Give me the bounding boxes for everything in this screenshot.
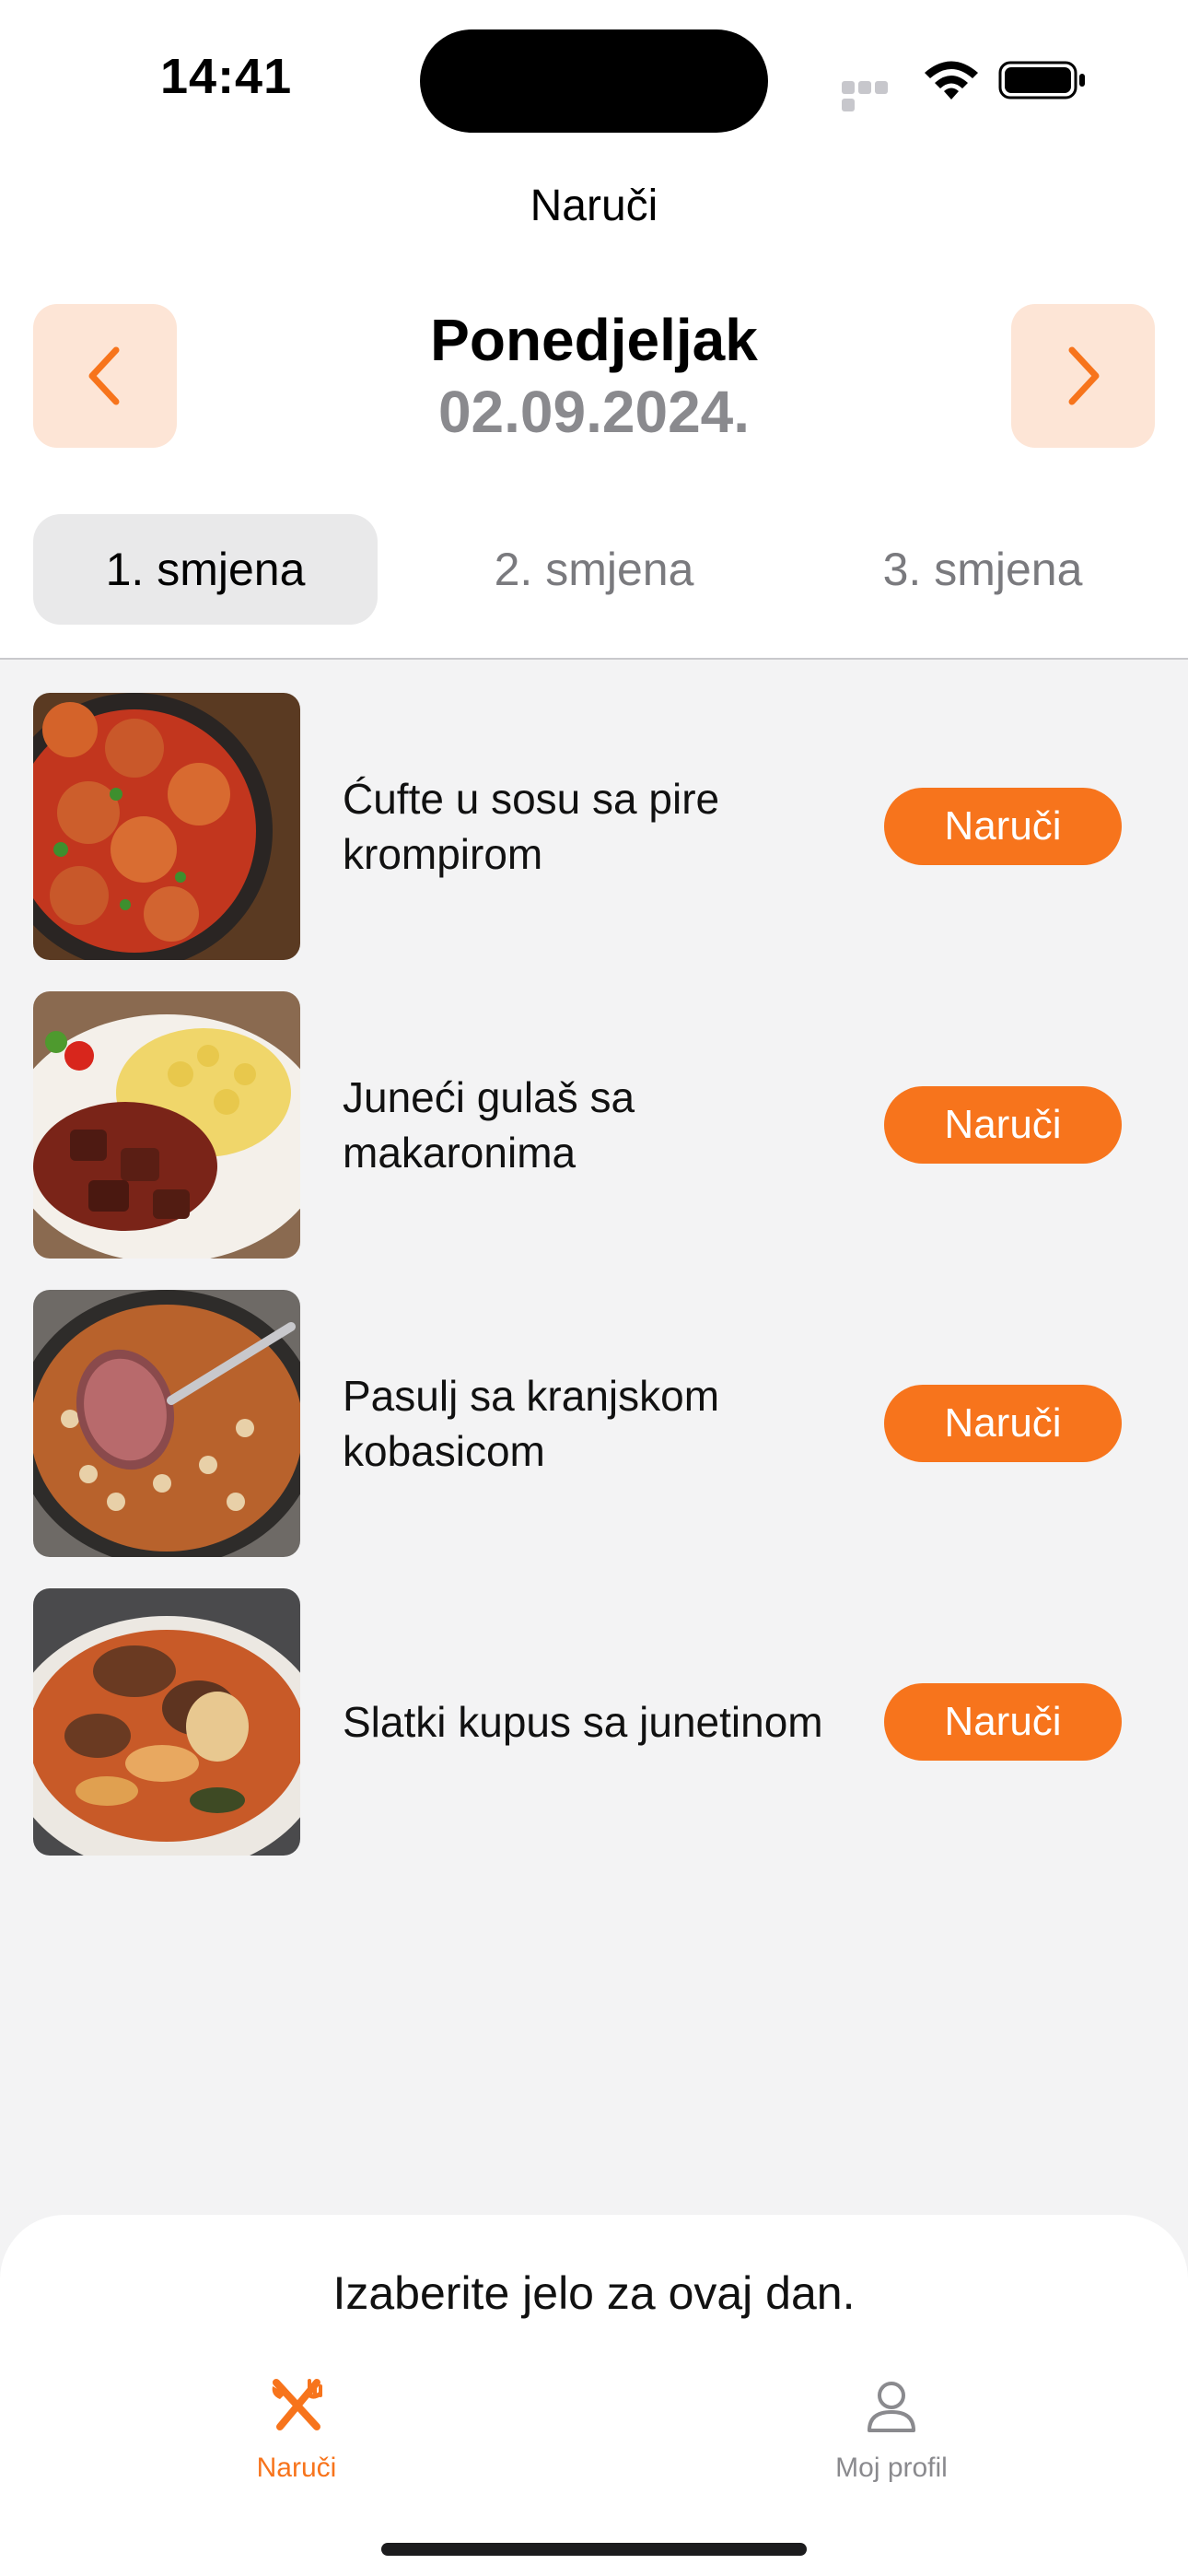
tab-shift-1[interactable]: 1. smjena (33, 514, 378, 625)
status-time: 14:41 (160, 49, 293, 104)
day-name: Ponedjeljak (430, 307, 758, 373)
tab-shift-3[interactable]: 3. smjena (810, 514, 1155, 625)
list-item: Pasulj sa kranjskom kobasicom Naruči (0, 1290, 1188, 1557)
chevron-right-icon (1068, 346, 1100, 405)
home-indicator (381, 2543, 807, 2556)
day-date: 02.09.2024. (437, 379, 751, 445)
meal-name: Pasulj sa kranjskom kobasicom (343, 1372, 720, 1475)
tab-profile[interactable]: Moj profil (753, 2377, 1030, 2515)
cabbage-beef-stew-photo (33, 1588, 300, 1856)
list-item: Juneći gulaš sa makaronima Naruči (0, 991, 1188, 1259)
list-item: Slatki kupus sa junetinom Naruči (0, 1588, 1188, 1856)
meal-name: Ćufte u sosu sa pire krompirom (343, 775, 720, 878)
tab-profile-label: Moj profil (835, 2453, 948, 2483)
order-button[interactable]: Naruči (884, 1385, 1122, 1462)
wifi-icon (925, 61, 978, 100)
beef-goulash-pasta-photo (33, 991, 300, 1259)
bottom-sheet: Izaberite jelo za ovaj dan. Naruči Moj p… (0, 2215, 1188, 2576)
next-day-button[interactable] (1011, 304, 1155, 448)
list-item: Ćufte u sosu sa pire krompirom Naruči (0, 693, 1188, 960)
cellular-dots-icon (842, 81, 906, 111)
tab-order[interactable]: Naruči (158, 2377, 435, 2515)
meal-name: Slatki kupus sa junetinom (343, 1698, 823, 1746)
bean-stew-sausage-photo (33, 1290, 300, 1557)
tab-order-label: Naruči (256, 2453, 337, 2483)
dynamic-island (420, 29, 768, 133)
meatballs-in-sauce-photo (33, 693, 300, 960)
battery-icon (998, 61, 1085, 100)
order-button[interactable]: Naruči (884, 788, 1122, 865)
order-button[interactable]: Naruči (884, 1086, 1122, 1164)
fork-knife-icon (272, 2379, 322, 2430)
order-button[interactable]: Naruči (884, 1683, 1122, 1761)
person-icon (868, 2382, 915, 2432)
page-title: Naruči (530, 181, 658, 230)
meal-name: Juneći gulaš sa makaronima (343, 1073, 635, 1177)
screen: 14:41 Naruči Ponedjeljak 02.09.2024. 1. … (0, 0, 1188, 2576)
status-bar: 14:41 (0, 0, 1188, 157)
tab-shift-2[interactable]: 2. smjena (422, 514, 766, 625)
selection-hint: Izaberite jelo za ovaj dan. (332, 2267, 856, 2319)
